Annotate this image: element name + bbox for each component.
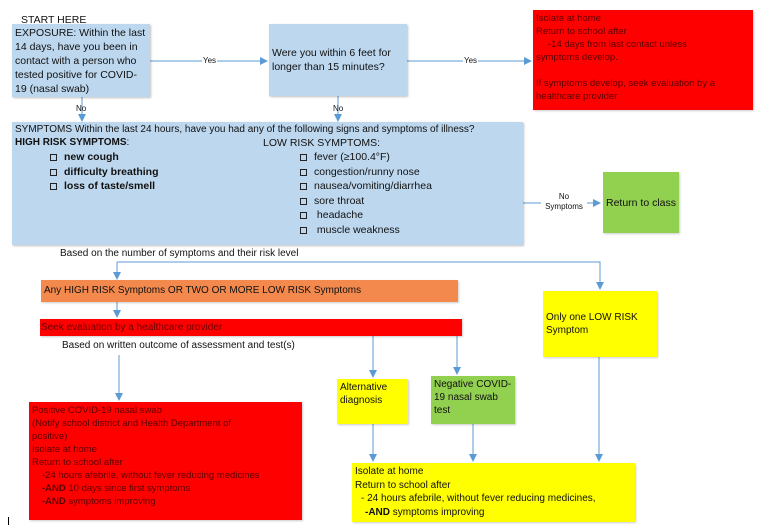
no-symptoms-label-line2: Symptoms xyxy=(545,202,583,211)
one-low-risk-symptom-text: Only one LOW RISK Symptom xyxy=(546,312,638,336)
condition-text: symptoms improving xyxy=(390,506,485,518)
high-risk-or-two-low-box: Any HIGH RISK Symptoms OR TWO OR MORE LO… xyxy=(41,280,458,302)
negative-test-box: Negative COVID-19 nasal swab test xyxy=(431,376,515,424)
high-risk-symptom-list: new cough difficulty breathing loss of t… xyxy=(50,150,159,194)
high-risk-symptom: difficulty breathing xyxy=(50,165,159,180)
proximity-no-label: No xyxy=(333,104,344,113)
exposure-question-text: EXPOSURE: Within the last 14 days, have … xyxy=(15,27,146,95)
high-risk-symptom: loss of taste/smell xyxy=(50,179,159,194)
return-to-class-box: Return to class xyxy=(603,172,679,233)
high-risk-title: HIGH RISK SYMPTOMS: xyxy=(15,136,129,150)
alternative-diagnosis-text: Alternative diagnosis xyxy=(340,382,388,406)
positive-line: Positive COVID-19 nasal swab xyxy=(32,405,162,416)
isolate-line: Return to school after xyxy=(536,26,627,37)
isolate-yellow-line: Isolate at home xyxy=(355,466,424,477)
and-label: -AND xyxy=(42,483,66,494)
condition-text: symptoms improving xyxy=(65,496,156,507)
low-risk-symptom: sore throat xyxy=(300,194,432,209)
symptoms-header: SYMPTOMS Within the last 24 hours, have … xyxy=(15,124,475,135)
positive-return-condition: -AND symptoms improving xyxy=(32,495,299,508)
symptoms-checklist-box: SYMPTOMS Within the last 24 hours, have … xyxy=(12,122,523,245)
one-low-risk-symptom-box: Only one LOW RISK Symptom xyxy=(543,291,657,357)
exposure-question-box: EXPOSURE: Within the last 14 days, have … xyxy=(12,24,150,97)
low-risk-symptom: headache xyxy=(300,208,432,223)
low-risk-symptom: congestion/runny nose xyxy=(300,165,432,180)
no-symptoms-label: No Symptoms xyxy=(541,192,587,212)
low-risk-symptom: nausea/vomiting/diarrhea xyxy=(300,179,432,194)
low-risk-symptom: muscle weakness xyxy=(300,223,432,238)
isolate-line: If symptoms develop, seek evaluation by … xyxy=(536,78,716,89)
return-to-class-text: Return to class xyxy=(605,196,677,209)
positive-line: Isolate at home xyxy=(32,444,97,455)
low-risk-symptom: fever (≥100.4°F) xyxy=(300,150,432,165)
assessment-outcome-label: Based on written outcome of assessment a… xyxy=(62,340,295,351)
high-risk-symptom: new cough xyxy=(50,150,159,165)
high-risk-or-two-low-text: Any HIGH RISK Symptoms OR TWO OR MORE LO… xyxy=(44,285,362,296)
condition-text: 10 days since first symptoms xyxy=(65,483,191,494)
high-risk-colon: : xyxy=(126,137,130,148)
seek-evaluation-box: Seek evaluation by a healthcare provider xyxy=(40,319,462,336)
isolate-line: Isolate at home xyxy=(536,13,601,24)
isolate-line: symptoms develop. xyxy=(536,52,618,63)
isolate-yellow-line: Return to school after xyxy=(355,479,451,491)
positive-line: positive) xyxy=(32,431,68,442)
isolate-return-conditions-box: Isolate at home Return to school after -… xyxy=(352,463,635,522)
proximity-yes-label: Yes xyxy=(463,56,479,66)
exposure-yes-label: Yes xyxy=(202,56,218,66)
positive-line: (Notify school district and Health Depar… xyxy=(32,418,232,429)
and-label: -AND xyxy=(365,506,390,518)
proximity-question-text: Were you within 6 feet for longer than 1… xyxy=(272,47,391,73)
isolate-after-contact-box: Isolate at home Return to school after -… xyxy=(533,10,753,110)
text-cursor xyxy=(8,517,9,525)
high-risk-title-text: HIGH RISK SYMPTOMS xyxy=(15,137,127,148)
and-label: -AND xyxy=(42,496,66,507)
exposure-no-label: No xyxy=(76,104,87,113)
positive-return-condition: -AND 10 days since first symptoms xyxy=(32,482,299,495)
isolate-line xyxy=(536,64,750,77)
isolate-line: healthcare provider xyxy=(536,91,618,102)
proximity-question-box: Were you within 6 feet for longer than 1… xyxy=(269,24,407,96)
risk-level-split-label: Based on the number of symptoms and thei… xyxy=(60,248,299,259)
isolate-yellow-condition: -AND symptoms improving xyxy=(355,506,632,520)
isolate-line: -14 days from last contact unless xyxy=(548,39,687,50)
positive-return-condition: -24 hours afebrile, without fever reduci… xyxy=(42,470,260,481)
isolate-yellow-condition: - 24 hours afebrile, without fever reduc… xyxy=(361,493,596,504)
no-symptoms-label-line1: No xyxy=(558,192,570,201)
negative-test-text: Negative COVID-19 nasal swab test xyxy=(434,379,512,416)
alternative-diagnosis-box: Alternative diagnosis xyxy=(337,379,408,424)
low-risk-title: LOW RISK SYMPTOMS: xyxy=(263,137,381,149)
positive-test-box: Positive COVID-19 nasal swab (Notify sch… xyxy=(29,402,302,520)
seek-evaluation-text: Seek evaluation by a healthcare provider xyxy=(41,322,223,333)
positive-line: Return to school after xyxy=(32,457,123,468)
low-risk-symptom-list: fever (≥100.4°F) congestion/runny nose n… xyxy=(300,150,432,237)
